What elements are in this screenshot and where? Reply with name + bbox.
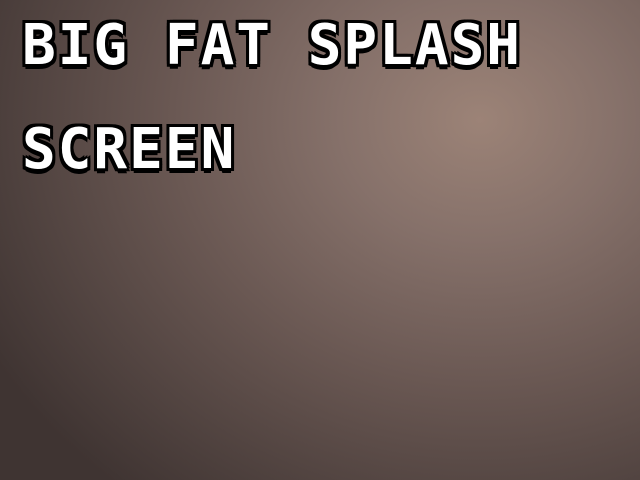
splash-title-line-2: SCREEN [22,117,237,182]
splash-title-line-1: BIG FAT SPLASH [22,13,523,78]
splash-title: BIG FAT SPLASH SCREEN [22,18,622,226]
splash-screen: { "splash": { "title_line_1": "BIG FAT S… [0,0,640,480]
